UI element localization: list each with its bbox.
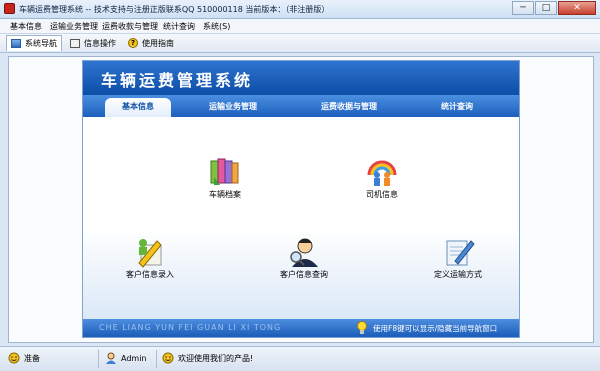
smiley-icon — [162, 352, 174, 364]
menu-basic-info[interactable]: 基本信息 — [10, 21, 42, 32]
status-user-text: Admin — [121, 353, 147, 363]
module-label: 定义运输方式 — [434, 270, 482, 279]
minimize-button[interactable]: ─ — [512, 1, 534, 15]
user-icon — [106, 352, 116, 364]
module-transport-mode[interactable]: 定义运输方式 — [423, 235, 493, 285]
window-icon — [70, 38, 80, 48]
tab-label: 使用指南 — [142, 38, 174, 48]
lightbulb-icon — [357, 321, 367, 334]
rainbow-people-icon — [367, 160, 397, 186]
window-controls: ─ □ ✕ — [511, 1, 596, 15]
app-icon — [4, 3, 15, 14]
menu-transport[interactable]: 运输业务管理 — [50, 21, 98, 32]
window-title: 车辆运费管理系统 -- 技术支持与注册正版联系QQ 510000118 当前版本… — [19, 5, 330, 14]
search-person-icon — [290, 238, 318, 267]
help-icon: ? — [128, 38, 138, 48]
close-button[interactable]: ✕ — [558, 1, 596, 15]
module-label: 司机信息 — [366, 190, 398, 199]
panel-tab-statistics[interactable]: 统计查询 — [441, 101, 473, 112]
smiley-icon — [8, 352, 20, 364]
pencil-person-icon — [138, 239, 162, 268]
menu-system[interactable]: 系统(S) — [203, 21, 230, 32]
menu-freight[interactable]: 运费收款与管理 — [102, 21, 158, 32]
footer-hint: 使用F8键可以显示/隐藏当前导航窗口 — [373, 324, 498, 333]
module-label: 车辆档案 — [209, 190, 241, 199]
status-state: 准备 — [8, 352, 40, 364]
footer-pinyin: CHE LIANG YUN FEI GUAN LI XI TONG — [99, 323, 282, 332]
panel-header: 车辆运费管理系统 — [83, 61, 519, 95]
tab-label: 系统导航 — [25, 39, 57, 48]
panel-tab-transport[interactable]: 运输业务管理 — [209, 101, 257, 112]
navigation-panel: 车辆运费管理系统 基本信息 运输业务管理 运费收据与管理 统计查询 车辆档案 司… — [83, 61, 519, 337]
panel-tab-freight[interactable]: 运费收据与管理 — [321, 101, 377, 112]
tab-label: 信息操作 — [84, 38, 116, 48]
monitor-icon — [11, 39, 21, 48]
tab-system-nav[interactable]: 系统导航 — [6, 35, 62, 51]
module-vehicle-archive[interactable]: 车辆档案 — [190, 155, 260, 205]
status-welcome-text: 欢迎使用我们的产品! — [178, 353, 254, 363]
status-bar: 准备 Admin 欢迎使用我们的产品! — [0, 346, 600, 371]
status-separator — [156, 350, 157, 368]
module-label: 客户信息录入 — [126, 270, 174, 279]
module-customer-entry[interactable]: 客户信息录入 — [115, 235, 185, 285]
menu-bar: 基本信息 运输业务管理 运费收款与管理 统计查询 系统(S) — [0, 19, 600, 34]
panel-body: 车辆档案 司机信息 客户信息录入 客户信息查询 定义运输方式 — [83, 117, 519, 319]
books-icon — [210, 158, 239, 185]
module-label: 客户信息查询 — [280, 270, 328, 279]
tab-guide[interactable]: ? 使用指南 — [124, 35, 180, 51]
panel-nav: 基本信息 运输业务管理 运费收据与管理 统计查询 — [83, 95, 519, 117]
tab-info-ops[interactable]: 信息操作 — [66, 35, 120, 51]
status-user: Admin — [105, 352, 147, 364]
status-welcome: 欢迎使用我们的产品! — [162, 352, 253, 364]
status-state-text: 准备 — [24, 353, 40, 363]
menu-statistics[interactable]: 统计查询 — [163, 21, 195, 32]
module-driver-info[interactable]: 司机信息 — [347, 155, 417, 205]
document-pen-icon — [446, 240, 475, 266]
module-customer-query[interactable]: 客户信息查询 — [269, 235, 339, 285]
panel-title: 车辆运费管理系统 — [101, 71, 254, 90]
tab-bar: 系统导航 信息操作 ? 使用指南 — [0, 34, 600, 53]
panel-tab-basic-info[interactable]: 基本信息 — [105, 98, 171, 117]
maximize-button[interactable]: □ — [535, 1, 557, 15]
title-bar: 车辆运费管理系统 -- 技术支持与注册正版联系QQ 510000118 当前版本… — [0, 0, 600, 19]
panel-footer: CHE LIANG YUN FEI GUAN LI XI TONG 使用F8键可… — [83, 319, 519, 337]
status-separator — [98, 350, 99, 368]
